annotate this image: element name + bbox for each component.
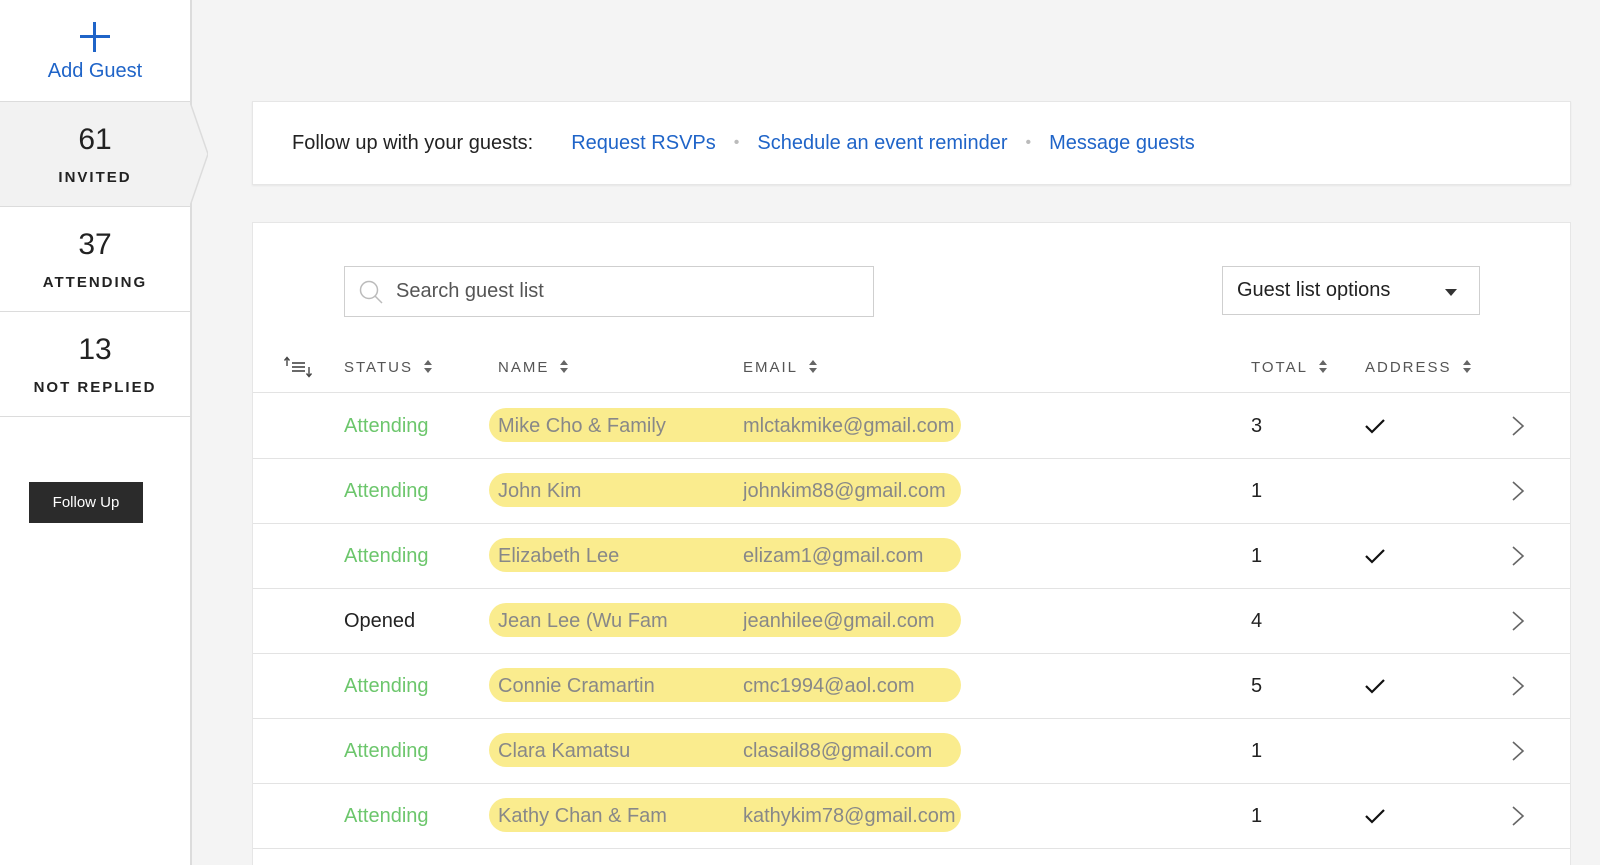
row-address	[1365, 394, 1385, 458]
row-name: John Kim	[498, 479, 582, 502]
stat-label: INVITED	[58, 168, 132, 186]
row-name: Connie Cramartin	[498, 674, 655, 697]
sort-arrows-icon	[1318, 360, 1328, 374]
column-status[interactable]: STATUS	[344, 341, 433, 393]
column-address-label: ADDRESS	[1365, 358, 1452, 376]
row-total: 1	[1251, 479, 1263, 502]
guest-list-options-dropdown[interactable]: Guest list options	[1222, 266, 1480, 315]
follow-up-button[interactable]: Follow Up	[29, 482, 143, 523]
chevron-right-icon[interactable]	[1511, 524, 1525, 588]
row-status: Attending	[344, 479, 429, 502]
column-email[interactable]: EMAIL	[743, 341, 818, 393]
row-name: Elizabeth Lee	[498, 544, 620, 567]
row-status: Attending	[344, 804, 429, 827]
search-icon	[359, 280, 383, 304]
options-label: Guest list options	[1237, 279, 1391, 301]
column-name[interactable]: NAME	[498, 341, 569, 393]
column-email-label: EMAIL	[743, 358, 799, 376]
row-email: elizam1@gmail.com	[743, 544, 924, 567]
column-total[interactable]: TOTAL	[1251, 341, 1328, 393]
follow-up-prompt: Follow up with your guests:	[292, 131, 534, 154]
table-row[interactable]: Attending Elizabeth Lee elizam1@gmail.co…	[253, 524, 1570, 589]
chevron-right-icon[interactable]	[1511, 589, 1525, 653]
sort-arrows-icon	[423, 360, 433, 374]
row-status: Attending	[344, 739, 429, 762]
add-guest-label: Add Guest	[47, 60, 143, 82]
stat-not-replied[interactable]: 13 NOT REPLIED	[0, 312, 190, 417]
column-name-label: NAME	[498, 358, 550, 376]
row-email: kathykim78@gmail.com	[743, 804, 956, 827]
chevron-right-icon[interactable]	[1511, 459, 1525, 523]
column-total-label: TOTAL	[1251, 358, 1308, 376]
row-email: clasail88@gmail.com	[743, 739, 933, 762]
caret-down-icon	[1445, 288, 1457, 296]
row-total: 1	[1251, 739, 1263, 762]
active-indicator-arrow	[190, 102, 208, 206]
row-address	[1365, 654, 1385, 718]
table-row[interactable]: Attending Kathy Chan & Fam kathykim78@gm…	[253, 784, 1570, 849]
stat-count: 13	[78, 332, 112, 366]
chevron-right-icon[interactable]	[1511, 719, 1525, 783]
row-address	[1365, 784, 1385, 848]
sidebar: Add Guest 61 INVITED 37 ATTENDING 13 NOT…	[0, 0, 208, 865]
stat-invited[interactable]: 61 INVITED	[0, 102, 208, 207]
stat-attending[interactable]: 37 ATTENDING	[0, 207, 190, 312]
row-total: 3	[1251, 414, 1263, 437]
chevron-right-icon[interactable]	[1511, 784, 1525, 848]
sort-list-icon[interactable]	[283, 355, 313, 379]
sort-arrows-icon	[808, 360, 818, 374]
row-status: Attending	[344, 544, 429, 567]
guest-list-panel: Guest list options STATUS NAME EMAIL TOT…	[252, 222, 1571, 865]
separator-dot: •	[733, 134, 740, 151]
table-row[interactable]: Attending Connie Cramartin cmc1994@aol.c…	[253, 654, 1570, 719]
row-email: johnkim88@gmail.com	[743, 479, 946, 502]
row-total: 1	[1251, 804, 1263, 827]
sort-arrows-icon	[559, 360, 569, 374]
request-rsvps-link[interactable]: Request RSVPs	[571, 132, 716, 155]
row-email: jeanhilee@gmail.com	[743, 609, 935, 632]
row-name: Jean Lee (Wu Fam	[498, 609, 668, 632]
row-total: 1	[1251, 544, 1263, 567]
row-status: Attending	[344, 414, 429, 437]
row-status: Opened	[344, 609, 416, 632]
column-status-label: STATUS	[344, 358, 413, 376]
schedule-reminder-link[interactable]: Schedule an event reminder	[757, 132, 1007, 155]
message-guests-link[interactable]: Message guests	[1049, 132, 1195, 155]
separator-dot: •	[1025, 134, 1032, 151]
checkmark-icon	[1365, 549, 1385, 564]
row-status: Attending	[344, 674, 429, 697]
stat-label: ATTENDING	[42, 273, 148, 291]
column-address[interactable]: ADDRESS	[1365, 341, 1472, 393]
table-row[interactable]: Attending Mike Cho & Family mlctakmike@g…	[253, 394, 1570, 459]
stat-count: 61	[78, 122, 112, 156]
row-name: Clara Kamatsu	[498, 739, 631, 762]
follow-up-banner: Follow up with your guests: Request RSVP…	[252, 101, 1571, 185]
stat-count: 37	[78, 227, 112, 261]
row-total: 5	[1251, 674, 1263, 697]
stat-label: NOT REPLIED	[33, 378, 157, 396]
table-row[interactable]: Attending John Kim johnkim88@gmail.com 1	[253, 459, 1570, 524]
table-header: STATUS NAME EMAIL TOTAL ADDRESS	[253, 341, 1570, 393]
search-box[interactable]	[344, 266, 874, 317]
checkmark-icon	[1365, 679, 1385, 694]
row-address	[1365, 524, 1385, 588]
plus-icon	[80, 22, 110, 52]
search-input[interactable]	[396, 280, 856, 303]
chevron-right-icon[interactable]	[1511, 394, 1525, 458]
chevron-right-icon[interactable]	[1511, 654, 1525, 718]
row-email: mlctakmike@gmail.com	[743, 414, 955, 437]
sort-arrows-icon	[1462, 360, 1472, 374]
row-email: cmc1994@aol.com	[743, 674, 915, 697]
row-total: 4	[1251, 609, 1263, 632]
table-row[interactable]: Attending Clara Kamatsu clasail88@gmail.…	[253, 719, 1570, 784]
table-row[interactable]: Opened Jean Lee (Wu Fam jeanhilee@gmail.…	[253, 589, 1570, 654]
add-guest-button[interactable]: Add Guest	[0, 0, 190, 102]
row-name: Mike Cho & Family	[498, 414, 666, 437]
checkmark-icon	[1365, 419, 1385, 434]
checkmark-icon	[1365, 809, 1385, 824]
row-name: Kathy Chan & Fam	[498, 804, 667, 827]
